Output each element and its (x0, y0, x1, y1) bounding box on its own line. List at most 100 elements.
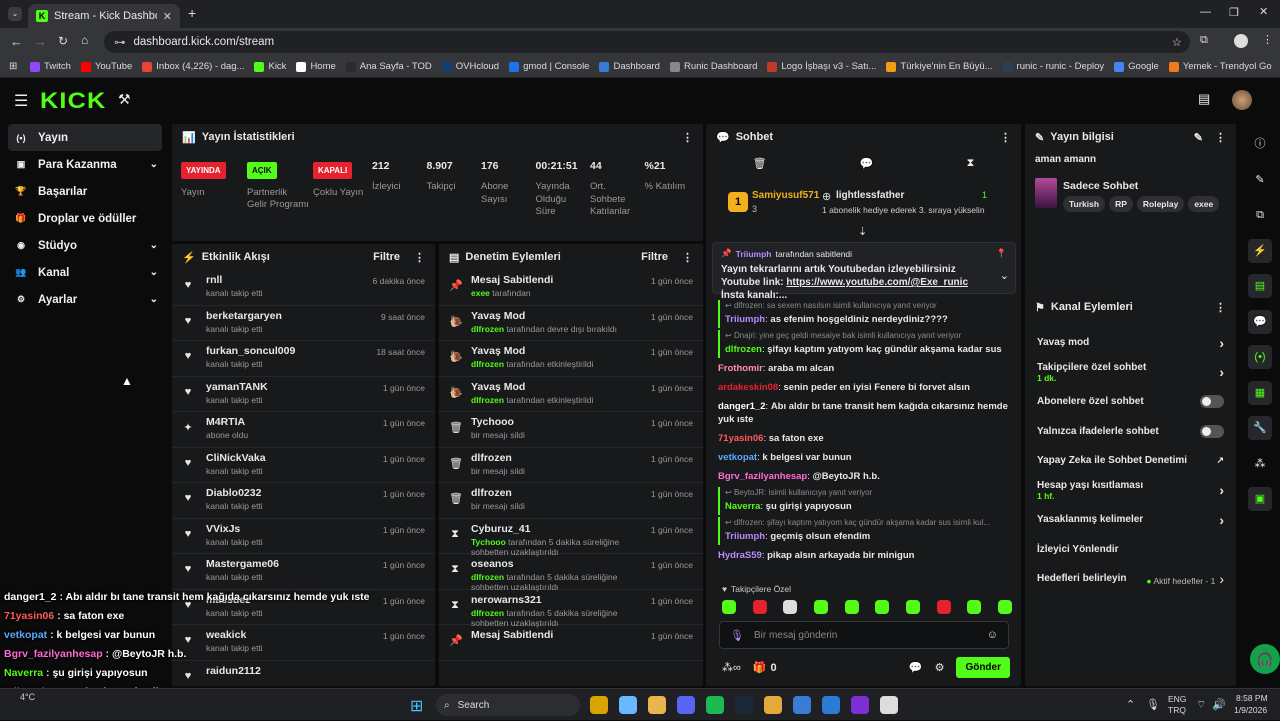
bookmark-item[interactable]: Yemek - Trendyol Go (1168, 61, 1272, 72)
bookmark-item[interactable]: gmod | Console (509, 61, 589, 72)
site-info-icon[interactable]: ⊶ (114, 35, 126, 49)
chevron-right-icon[interactable]: › (1219, 482, 1224, 498)
start-icon[interactable]: ⊞ (410, 696, 423, 716)
bookmark-item[interactable]: Google (1114, 61, 1159, 72)
steam-icon[interactable] (735, 696, 753, 714)
moderation-filter-button[interactable]: Filtre (641, 251, 668, 263)
external-link-icon[interactable]: ↗ (1216, 455, 1224, 466)
moderation-item[interactable]: ⧗ Cyburuz_41 Tychooo tarafından 5 dakika s… (439, 519, 703, 557)
chat-username[interactable]: ardakeskin08 (718, 382, 778, 393)
nav-item-6[interactable]: ⚙ Ayarlar ⌄ (0, 286, 170, 313)
chat-username[interactable]: 71yasin06 (718, 433, 763, 444)
channel-action-item[interactable]: Yavaş mod › (1025, 328, 1236, 358)
stats-menu-icon[interactable]: ⋮ (682, 131, 693, 144)
close-window-icon[interactable]: ✕ (1259, 5, 1268, 18)
copilot-icon[interactable] (619, 696, 637, 714)
emote-icon[interactable] (844, 600, 859, 614)
bookmark-item[interactable]: Home (296, 61, 336, 72)
chevron-right-icon[interactable]: › (1219, 335, 1224, 351)
moderation-item[interactable]: 📌 Mesaj Sabitlendi exee tarafından 1 gün ön… (439, 270, 703, 306)
reload-icon[interactable]: ↻ (58, 34, 68, 48)
mic-tray-icon[interactable]: 🎙 (1146, 698, 1160, 711)
chrome-icon[interactable] (764, 696, 782, 714)
chat-message[interactable]: 71yasin06: sa faton exe (718, 430, 1014, 447)
gift-box-icon[interactable]: 🎁 (753, 661, 767, 674)
pinned-message[interactable]: 📌 Triiumph tarafından sabitlendi 📍 Yayın… (712, 242, 1016, 301)
app-g-icon[interactable] (793, 696, 811, 714)
unpin-icon[interactable]: 📍 (996, 248, 1007, 259)
user-avatar[interactable] (1232, 90, 1252, 110)
stream-tag[interactable]: exee (1188, 196, 1220, 212)
stream-tag[interactable]: RP (1109, 196, 1133, 212)
chat-message[interactable]: Frothomir: araba mı alcan (718, 360, 1014, 377)
minimize-icon[interactable]: — (1200, 6, 1211, 18)
flash-icon[interactable]: ⚡ (1248, 238, 1272, 263)
app-icon[interactable]: ▣ (1248, 487, 1272, 511)
discord-icon[interactable] (677, 696, 695, 714)
weather-icon[interactable]: 4°C (20, 692, 35, 702)
expand-leaderboard-icon[interactable]: ⇣ (858, 225, 867, 238)
moderation-item[interactable]: 🗑 Tychooo bir mesajı sildi 1 gün önce (439, 412, 703, 448)
moderation-item[interactable]: ⧗ oseanos dlfrozen tarafından 5 dakika sür… (439, 554, 703, 592)
bookmark-item[interactable]: OVHcloud (441, 61, 499, 72)
moderation-item[interactable]: 🐌 Yavaş Mod dlfrozen tarafından etkinleşti… (439, 377, 703, 412)
bookmark-item[interactable]: Türkiye'nin En Büyü... (886, 61, 993, 72)
chat-menu-icon[interactable]: ⋮ (1000, 131, 1011, 144)
app-blue-icon[interactable] (822, 696, 840, 714)
chat-username[interactable]: danger1_2 (718, 401, 766, 412)
lang-1[interactable]: ENG (1168, 694, 1186, 704)
channel-action-item[interactable]: İzleyici Yönlendir (1025, 535, 1236, 565)
moderation-item[interactable]: 🗑 dlfrozen bir mesajı sildi 1 gün önce (439, 483, 703, 519)
emote-icon[interactable] (783, 600, 798, 614)
chat-message[interactable]: ↩ Dnajri: yine geç geldi mesaiye bak isi… (718, 330, 1014, 358)
chat-message[interactable]: ↩ BeytoJR: isimli kullanıcıya yanıt veri… (718, 487, 1014, 515)
apps-grid-icon[interactable]: ⊞ (9, 61, 17, 72)
tab-close-icon[interactable]: ✕ (163, 10, 172, 23)
community-icon[interactable]: ⁂ (1248, 452, 1272, 476)
nav-item-3[interactable]: 🎁 Droplar ve ödüller (0, 205, 170, 232)
emote-icon[interactable] (997, 600, 1012, 614)
stream-tag[interactable]: Roleplay (1136, 196, 1185, 212)
moderation-item[interactable]: 🐌 Yavaş Mod dlfrozen tarafından devre dışı… (439, 306, 703, 341)
chat-username[interactable]: Naverra (725, 501, 760, 512)
activity-item[interactable]: ♥ CliNickVaka kanalı takip etti 1 gün önce (172, 448, 435, 483)
chat-input[interactable]: 🎙 Bir mesaj gönderin ☺ (719, 621, 1009, 649)
bookmark-item[interactable]: Inbox (4,226) - dag... (142, 61, 244, 72)
gift-target[interactable]: lightlessfather (836, 190, 904, 201)
nav-item-1[interactable]: ▣ Para Kazanma ⌄ (0, 151, 170, 178)
mic-icon[interactable]: 🎙 (730, 629, 744, 642)
category-name[interactable]: Sadece Sohbet (1063, 180, 1138, 192)
channel-action-item[interactable]: Yasaklanmış kelimeler › (1025, 505, 1236, 535)
chevron-right-icon[interactable]: › (1219, 571, 1224, 587)
nav-item-0[interactable]: (•) Yayın (8, 124, 162, 151)
notes-icon[interactable]: ▤ (1248, 274, 1272, 298)
stream-tag[interactable]: Turkish (1063, 196, 1106, 212)
nav-item-5[interactable]: 👥 Kanal ⌄ (0, 259, 170, 286)
moderation-item[interactable]: ⧗ nerowarns321 dlfrozen tarafından 5 dakik… (439, 590, 703, 628)
channel-action-item[interactable]: Hedefleri belirleyin ● Aktif hedefler - 1… (1025, 564, 1236, 594)
bookmark-item[interactable]: Ana Sayfa - TOD (345, 61, 432, 72)
activity-menu-icon[interactable]: ⋮ (414, 251, 425, 264)
nav-item-2[interactable]: 🏆 Başarılar (0, 178, 170, 205)
network-icon[interactable]: ⌔ (1196, 698, 1206, 712)
screenshot-icon[interactable]: ⧉ (1248, 203, 1272, 227)
new-tab-icon[interactable]: + (188, 5, 196, 21)
activity-item[interactable]: ♥ rnll kanalı takip etti 6 dakika önce (172, 270, 435, 306)
forward-icon[interactable]: → (34, 34, 47, 49)
emote-icon[interactable] (905, 600, 920, 614)
timeout-icon[interactable]: ⧗ (967, 157, 975, 170)
channel-action-item[interactable]: Hesap yaşı kısıtlaması 1 hf. › (1025, 476, 1236, 506)
files-icon[interactable] (590, 696, 608, 714)
activity-item[interactable]: ♥ Mastergame06 kanalı takip etti 1 gün önce (172, 554, 435, 590)
pencil-icon[interactable]: ✎ (1248, 168, 1272, 192)
tray-chevron-icon[interactable]: ⌃ (1126, 698, 1135, 711)
chat-message[interactable]: vetkopat: k belgesi var bunun (718, 449, 1014, 466)
url-field[interactable]: ⊶ dashboard.kick.com/stream ☆ (104, 31, 1190, 53)
chat-message[interactable]: ↩ dlfrozen: sa sexem nasılsın isimli kul… (718, 300, 1014, 328)
emote-icon[interactable] (967, 600, 982, 614)
tools-icon[interactable]: ⚒ (118, 91, 131, 108)
chat-message[interactable]: danger1_2: Abı aldır bı tane transit hem… (718, 398, 1014, 428)
extensions-icon[interactable]: ⧉ (1200, 34, 1208, 47)
taskbar-search[interactable]: ⌕ Search (436, 694, 580, 716)
community-icon[interactable]: ⁂∞ (722, 661, 741, 674)
